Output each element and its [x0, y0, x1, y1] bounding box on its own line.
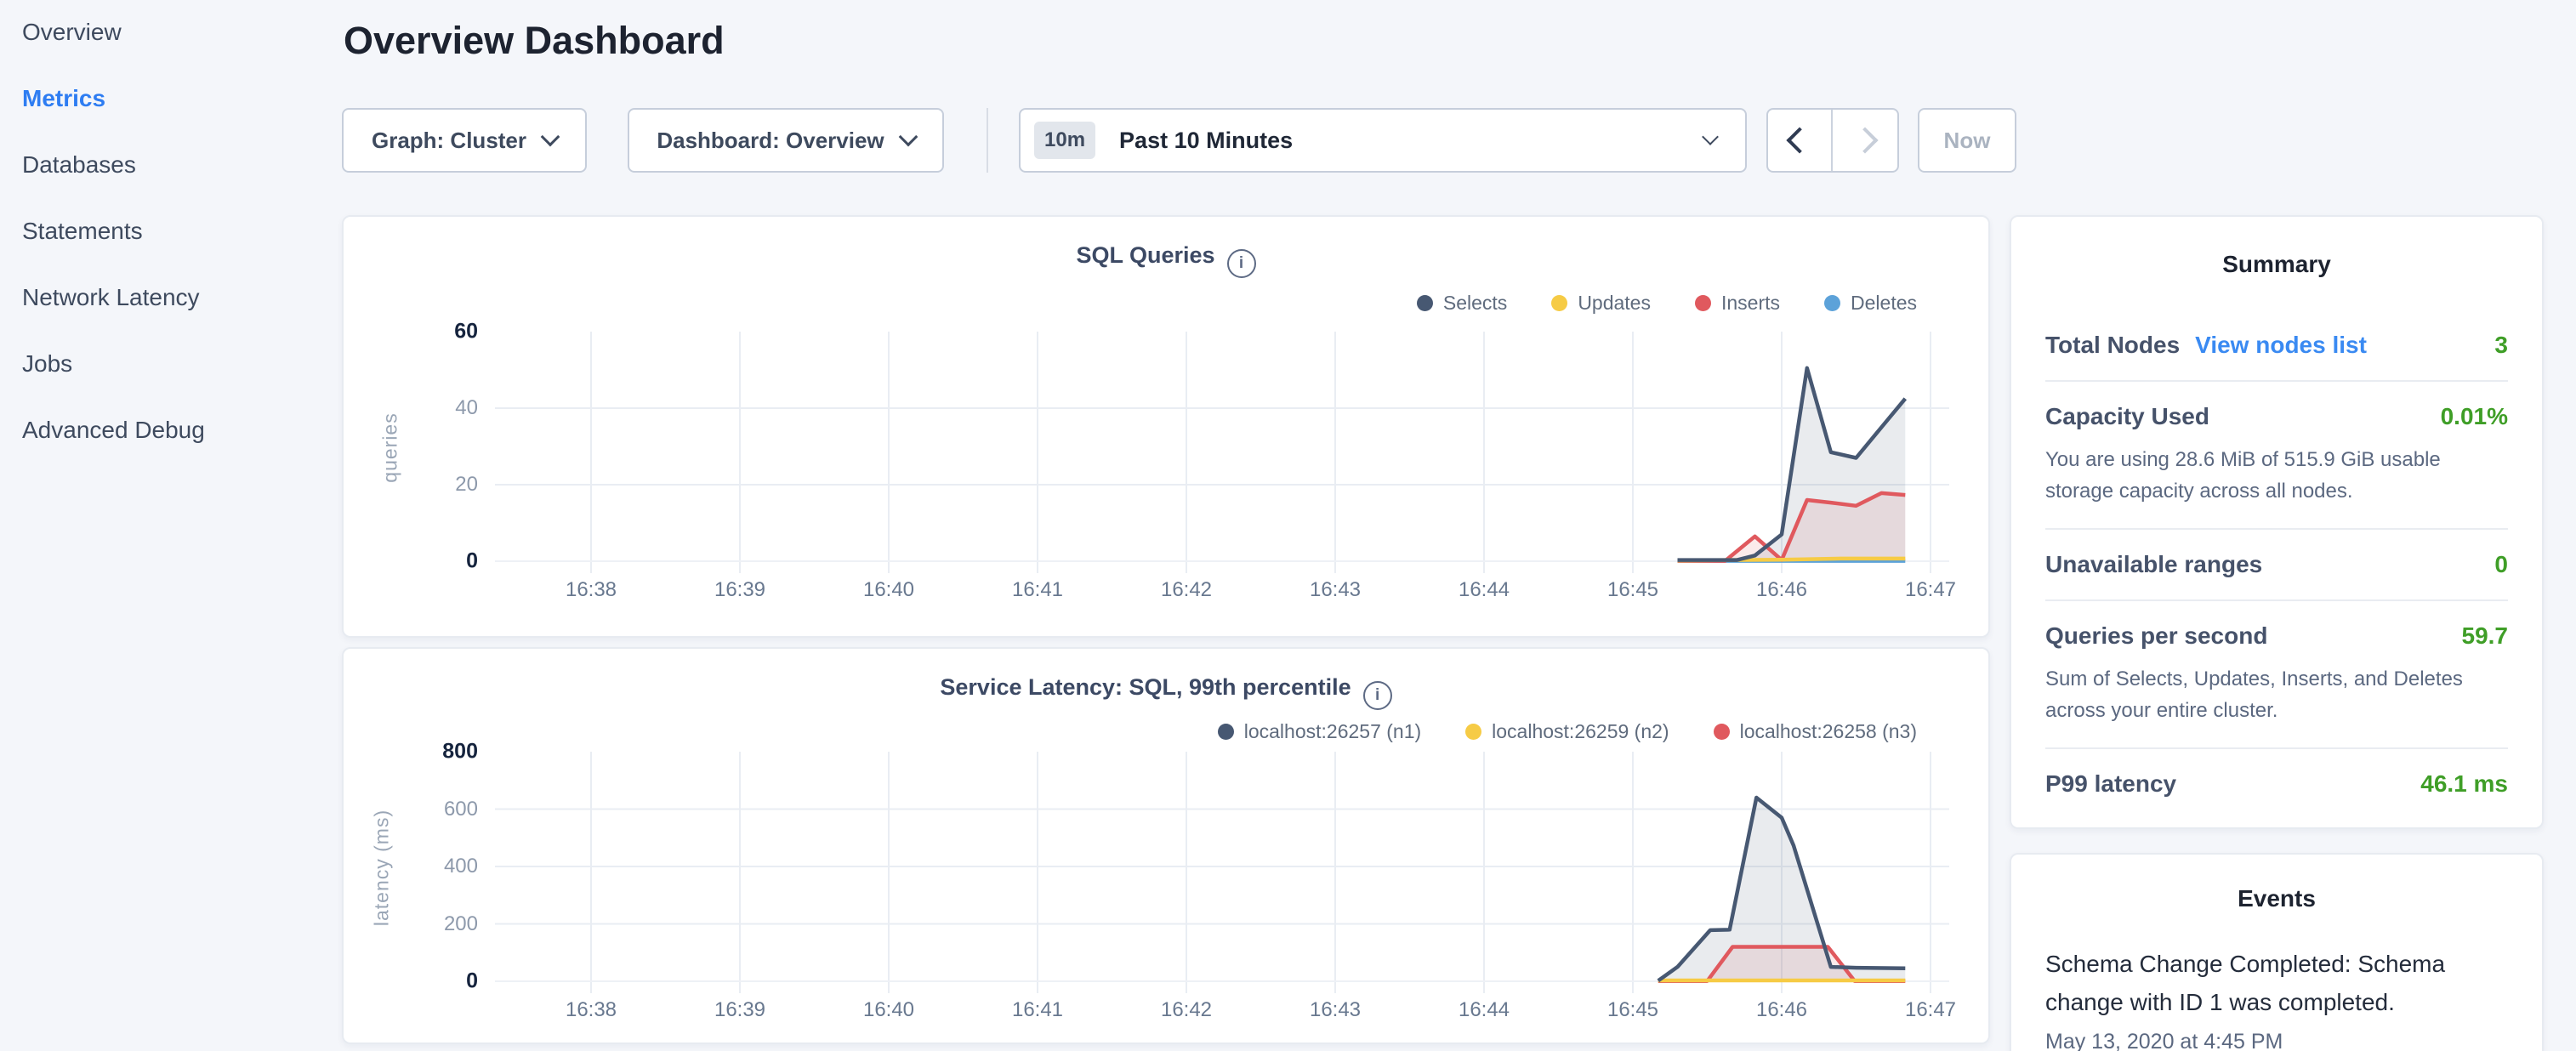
x-tick-label: 16:41 [987, 578, 1089, 602]
total-nodes-value: 3 [2494, 332, 2508, 359]
page-title: Overview Dashboard [344, 19, 725, 63]
unavailable-ranges-value: 0 [2494, 551, 2508, 578]
x-tick-label: 16:46 [1731, 998, 1833, 1022]
x-tick-label: 16:44 [1433, 578, 1535, 602]
summary-row-p99: P99 latency 46.1 ms [2045, 749, 2508, 819]
y-tick-label: 40 [378, 396, 478, 420]
y-tick-label: 200 [378, 912, 478, 936]
x-tick-label: 16:39 [689, 578, 791, 602]
y-tick-label: 20 [378, 473, 478, 497]
sql-queries-chart-card: SQL Queriesi SelectsUpdatesInsertsDelete… [342, 215, 1990, 638]
capacity-used-desc: You are using 28.6 MiB of 515.9 GiB usab… [2045, 444, 2508, 507]
p99-latency-value: 46.1 ms [2420, 770, 2508, 798]
p99-latency-label: P99 latency [2045, 770, 2176, 798]
chevron-right-icon [1851, 127, 1878, 153]
x-tick-label: 16:38 [540, 578, 642, 602]
prev-time-button[interactable] [1768, 110, 1833, 171]
summary-row-total-nodes: Total Nodes View nodes list 3 [2045, 310, 2508, 382]
chart-plot[interactable] [344, 649, 1992, 1046]
x-tick-label: 16:41 [987, 998, 1089, 1022]
summary-panel: Summary Total Nodes View nodes list 3 Ca… [2010, 215, 2544, 829]
chevron-down-icon [1702, 128, 1719, 145]
event-item: Schema Change Completed: Schema change w… [2045, 945, 2508, 1051]
y-tick-label: 800 [378, 740, 478, 764]
time-window-badge: 10m [1034, 122, 1095, 159]
x-tick-label: 16:40 [838, 998, 940, 1022]
unavailable-ranges-label: Unavailable ranges [2045, 551, 2262, 578]
x-tick-label: 16:47 [1879, 578, 1982, 602]
chevron-down-icon [541, 128, 560, 147]
events-panel: Events Schema Change Completed: Schema c… [2010, 853, 2544, 1051]
summary-row-qps: Queries per second 59.7 Sum of Selects, … [2045, 601, 2508, 749]
service-latency-chart-card: Service Latency: SQL, 99th percentilei l… [342, 647, 1990, 1044]
view-nodes-link[interactable]: View nodes list [2195, 332, 2367, 359]
sidebar-item-jobs[interactable]: Jobs [22, 350, 340, 378]
x-tick-label: 16:44 [1433, 998, 1535, 1022]
x-tick-label: 16:42 [1135, 578, 1237, 602]
admin-ui-page: Overview Metrics Databases Statements Networ… [0, 0, 2576, 1051]
time-window-label: Past 10 Minutes [1119, 128, 1293, 154]
y-tick-label: 0 [378, 969, 478, 994]
sidebar-item-advanced-debug[interactable]: Advanced Debug [22, 417, 340, 444]
sidebar-item-overview[interactable]: Overview [22, 19, 340, 46]
time-pager [1766, 108, 1899, 173]
qps-desc: Sum of Selects, Updates, Inserts, and De… [2045, 663, 2508, 726]
capacity-used-value: 0.01% [2441, 403, 2508, 430]
x-tick-label: 16:42 [1135, 998, 1237, 1022]
capacity-used-label: Capacity Used [2045, 403, 2209, 430]
x-tick-label: 16:40 [838, 578, 940, 602]
summary-title: Summary [2045, 251, 2508, 278]
dashboard-controls: Graph: Cluster Dashboard: Overview 10m P… [342, 108, 2128, 173]
y-tick-label: 400 [378, 855, 478, 878]
x-tick-label: 16:43 [1284, 578, 1386, 602]
total-nodes-label: Total Nodes [2045, 332, 2180, 359]
time-window-select[interactable]: 10m Past 10 Minutes [1019, 108, 1747, 173]
summary-row-unavailable-ranges: Unavailable ranges 0 [2045, 530, 2508, 601]
event-timestamp: May 13, 2020 at 4:45 PM [2045, 1030, 2508, 1051]
dashboard-dropdown[interactable]: Dashboard: Overview [628, 108, 944, 173]
sidebar-item-statements[interactable]: Statements [22, 218, 340, 245]
x-tick-label: 16:39 [689, 998, 791, 1022]
summary-row-capacity: Capacity Used 0.01% You are using 28.6 M… [2045, 382, 2508, 530]
x-tick-label: 16:38 [540, 998, 642, 1022]
chart-plot[interactable] [344, 217, 1992, 639]
controls-divider [987, 108, 988, 173]
sidebar-item-network-latency[interactable]: Network Latency [22, 284, 340, 311]
x-tick-label: 16:45 [1582, 578, 1684, 602]
sidebar-item-metrics[interactable]: Metrics [22, 85, 340, 112]
chevron-down-icon [898, 128, 918, 147]
next-time-button[interactable] [1833, 110, 1897, 171]
qps-value: 59.7 [2462, 622, 2509, 650]
now-button-label: Now [1944, 128, 1991, 154]
qps-label: Queries per second [2045, 622, 2267, 650]
sidebar: Overview Metrics Databases Statements Networ… [0, 0, 340, 1051]
y-tick-label: 600 [378, 798, 478, 821]
x-tick-label: 16:43 [1284, 998, 1386, 1022]
events-title: Events [2045, 885, 2508, 912]
dashboard-dropdown-label: Dashboard: Overview [657, 128, 884, 154]
graph-scope-label: Graph: Cluster [372, 128, 526, 154]
chevron-left-icon [1786, 127, 1812, 153]
graph-scope-dropdown[interactable]: Graph: Cluster [342, 108, 587, 173]
event-text: Schema Change Completed: Schema change w… [2045, 945, 2462, 1021]
x-tick-label: 16:47 [1879, 998, 1982, 1022]
x-tick-label: 16:45 [1582, 998, 1684, 1022]
x-tick-label: 16:46 [1731, 578, 1833, 602]
y-tick-label: 60 [378, 320, 478, 344]
now-button[interactable]: Now [1918, 108, 2016, 173]
y-tick-label: 0 [378, 549, 478, 574]
sidebar-item-databases[interactable]: Databases [22, 151, 340, 179]
